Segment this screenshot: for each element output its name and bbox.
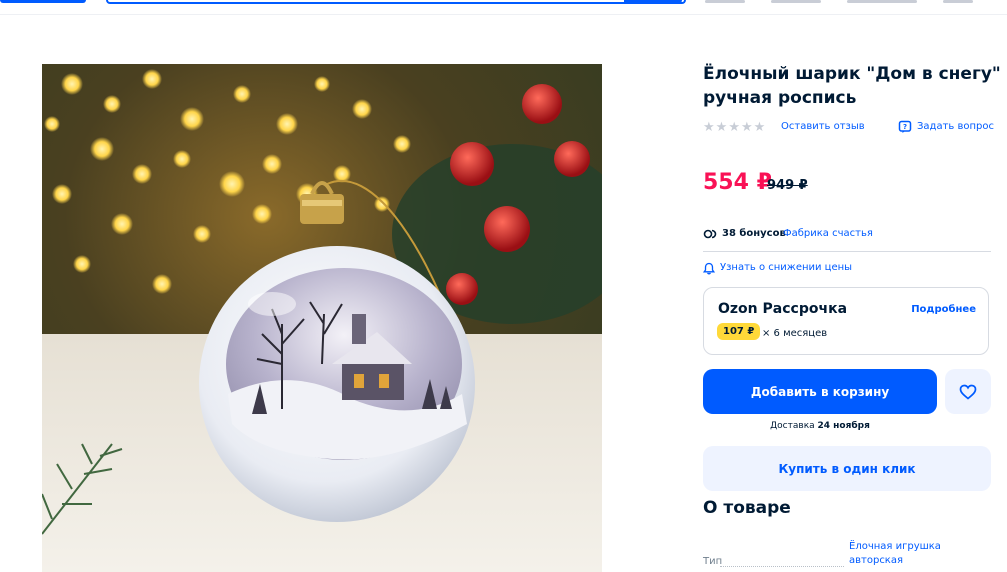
search-input[interactable] [106, 0, 686, 4]
search-button[interactable] [624, 0, 682, 4]
rating-stars[interactable]: ★ ★ ★ ★ ★ [703, 121, 765, 134]
spec-dots [720, 566, 844, 567]
catalog-button[interactable] [0, 0, 86, 3]
divider [703, 251, 991, 252]
header-nav-item[interactable] [771, 0, 821, 3]
star-icon: ★ [715, 120, 728, 135]
bonus-icon [703, 229, 717, 239]
old-price: 949 ₽ [767, 178, 808, 193]
installment-more-link[interactable]: Подробнее [911, 304, 976, 315]
header-nav-item[interactable] [705, 0, 745, 3]
question-icon[interactable]: ? [898, 120, 912, 134]
leave-review-link[interactable]: Оставить отзыв [781, 121, 865, 132]
delivery-date: 24 ноября [817, 421, 870, 431]
star-icon: ★ [740, 120, 753, 135]
ask-question-link[interactable]: Задать вопрос [917, 121, 994, 132]
installment-months: × 6 месяцев [762, 328, 828, 339]
favorite-button[interactable] [945, 369, 991, 414]
product-title: Ёлочный шарик "Дом в снегу" ручная роспи… [703, 64, 1001, 108]
star-icon: ★ [728, 120, 740, 135]
installment-card[interactable]: Ozon Рассрочка Подробнее 107 ₽ × 6 месяц… [703, 287, 989, 355]
header-nav-item[interactable] [943, 0, 973, 3]
installment-monthly-badge: 107 ₽ [717, 323, 761, 340]
about-heading: О товаре [703, 498, 791, 518]
buy-one-click-button[interactable]: Купить в один клик [703, 446, 991, 491]
bell-icon[interactable] [703, 262, 715, 275]
header-nav [705, 0, 995, 4]
bonus-amount: 38 бонусов [722, 228, 786, 239]
product-image[interactable] [42, 64, 602, 572]
add-to-cart-button[interactable]: Добавить в корзину [703, 369, 937, 414]
current-price: 554 ₽ [703, 170, 772, 195]
delivery-info: Доставка 24 ноября [703, 421, 937, 431]
header-divider [0, 14, 1007, 15]
header-nav-item[interactable] [847, 0, 917, 3]
ornament-photo [42, 64, 602, 572]
price-drop-alert-link[interactable]: Узнать о снижении цены [720, 262, 852, 273]
star-icon: ★ [753, 120, 766, 135]
seller-link[interactable]: Фабрика счастья [783, 228, 873, 239]
installment-title: Ozon Рассрочка [718, 301, 848, 317]
star-icon: ★ [703, 120, 715, 135]
delivery-prefix: Доставка [770, 421, 815, 431]
heart-icon [959, 384, 977, 400]
svg-text:?: ? [903, 123, 907, 131]
spec-value-link[interactable]: Ёлочная игрушка авторская [849, 540, 959, 568]
